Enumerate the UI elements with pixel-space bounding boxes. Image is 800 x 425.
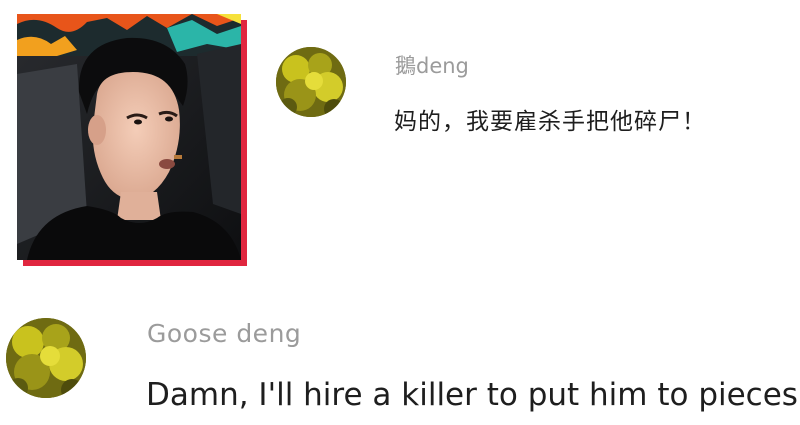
video-thumbnail[interactable] xyxy=(17,14,247,266)
comment-username[interactable]: 鵝deng xyxy=(395,50,469,80)
avatar[interactable] xyxy=(276,47,346,117)
comment-text: 妈的，我要雇杀手把他碎尸！ xyxy=(394,109,706,135)
moss-avatar-icon xyxy=(6,318,86,398)
comment-username[interactable]: Goose deng xyxy=(147,319,301,348)
avatar[interactable] xyxy=(6,318,86,398)
thumbnail-image xyxy=(17,14,241,260)
comment-text: Damn, I'll hire a killer to put him to p… xyxy=(146,377,800,413)
comment-screen: 鵝deng 妈的，我要雇杀手把他碎尸！ Goose deng Damn, I'l… xyxy=(0,0,800,425)
person-portrait-icon xyxy=(17,14,241,260)
moss-avatar-icon xyxy=(276,47,346,117)
